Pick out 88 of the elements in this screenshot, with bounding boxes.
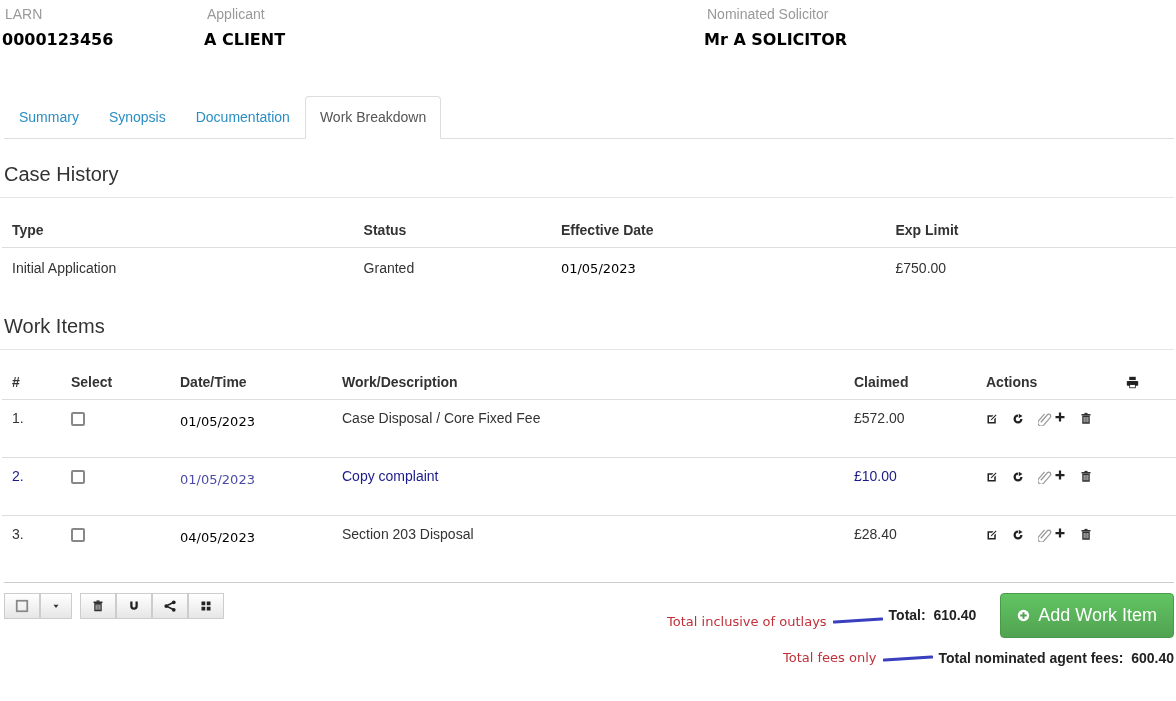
attach-button[interactable] [1038,527,1066,542]
column-header: Status [353,210,551,248]
table-cell: Copy complaint [342,468,439,484]
trash-icon [1080,470,1092,483]
leader-line [882,654,933,662]
column-header: Date/Time [170,362,332,400]
trash-icon [1080,412,1092,425]
table-cell: Section 203 Disposal [342,526,474,542]
share-icon [1012,412,1024,425]
tab[interactable]: Summary [4,96,94,139]
forward-button[interactable] [1012,412,1024,425]
forward-button[interactable] [1012,528,1024,541]
column-header: Select [61,362,170,400]
forward-button[interactable] [1012,470,1024,483]
total-text: Total: 610.40 [888,605,977,625]
edit-icon [986,528,998,541]
delete-button[interactable] [1080,528,1092,541]
column-header: # [2,362,61,400]
annotation-text: Total inclusive of outlays [667,613,827,632]
edit-button[interactable] [986,412,998,425]
checkbox-icon [15,598,29,613]
share-icon [164,599,176,612]
attach-button[interactable] [1038,411,1066,426]
share-button[interactable] [152,592,188,619]
table-cell-text: 01/05/2023 [180,413,255,431]
field-label: Nominated Solicitor [706,5,830,24]
column-header: Actions [976,362,1116,400]
paperclip-icon [1038,469,1053,484]
tab[interactable]: Work Breakdown [304,96,442,139]
table-cell: £750.00 [895,260,947,276]
plus-circle-icon [1017,608,1031,622]
delete-button[interactable] [80,592,116,619]
table-cell: Granted [363,260,415,276]
column-header: Work/Description [332,362,844,400]
grid-button[interactable] [188,592,224,619]
edit-button[interactable] [986,470,998,483]
field-value: Mr A SOLICITOR [704,29,849,51]
table-cell: £572.00 [854,410,905,426]
print-button[interactable] [1126,376,1139,389]
paperclip-icon [1038,527,1053,542]
grid-icon [200,599,212,612]
table-cell: Initial Application [12,260,117,276]
trash-icon [1080,528,1092,541]
field-value: 0000123456 [2,29,115,51]
table-cell: Case Disposal / Core Fixed Fee [342,410,541,426]
plus-icon [1054,527,1066,539]
select-checkbox[interactable] [71,528,85,542]
magnet-button[interactable] [116,592,152,619]
row-number: 3. [12,526,24,542]
field-label: LARN [4,5,44,24]
column-header: Type [2,210,354,248]
section-title: Case History [0,159,1174,198]
table-cell: £28.40 [854,526,897,542]
print-icon [1126,376,1139,389]
delete-button[interactable] [1080,470,1092,483]
field-value: A CLIENT [204,29,287,51]
annotation-text: Total fees only [783,649,877,668]
paperclip-icon [1038,411,1053,426]
plus-icon [1054,411,1066,423]
column-header: Effective Date [550,210,886,248]
select-checkbox[interactable] [71,412,85,426]
leader-line [832,616,883,624]
select-all-button[interactable] [4,592,40,619]
field-label: Applicant [206,5,266,24]
edit-icon [986,470,998,483]
edit-button[interactable] [986,528,998,541]
total-text: Total nominated agent fees: 600.40 [938,648,1174,668]
trash-icon [92,599,104,612]
tab[interactable]: Synopsis [93,96,181,139]
table-cell-text: 01/05/2023 [560,260,636,278]
table-cell-text: 01/05/2023 [180,471,255,489]
plus-icon [1054,469,1066,481]
delete-button[interactable] [1080,412,1092,425]
row-number: 1. [12,410,24,426]
edit-icon [986,412,998,425]
attach-button[interactable] [1038,469,1066,484]
row-number: 2. [12,468,24,484]
column-header: Claimed [844,362,976,400]
select-checkbox[interactable] [71,470,85,484]
share-icon [1012,470,1024,483]
magnet-icon [128,599,140,612]
add-work-item-button[interactable]: Add Work Item [1000,592,1174,638]
share-icon [1012,528,1024,541]
table-cell-text: 04/05/2023 [180,529,255,547]
tab[interactable]: Documentation [180,96,305,139]
table-cell: £10.00 [854,468,897,484]
section-title: Work Items [0,311,1174,350]
column-header: Exp Limit [885,210,1176,248]
